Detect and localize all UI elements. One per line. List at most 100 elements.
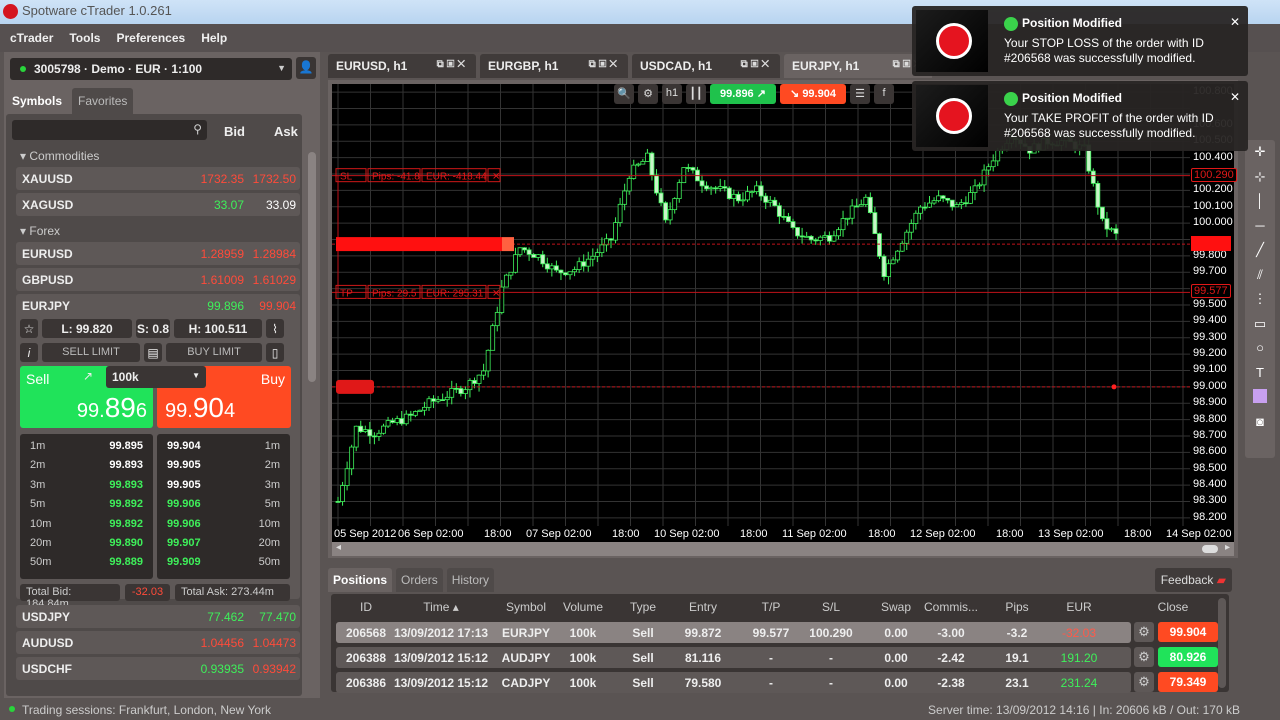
candle-body [362, 429, 368, 433]
menu-preferences[interactable]: Preferences [116, 31, 185, 45]
menu-ctrader[interactable]: cTrader [10, 31, 53, 45]
column-header[interactable]: Entry [673, 600, 733, 614]
favorite-star-icon[interactable]: ☆ [20, 319, 38, 338]
gear-icon[interactable]: ⚙ [1134, 647, 1154, 667]
fibonacci-retracement-icon[interactable]: ⋮ [1245, 287, 1275, 312]
user-button[interactable]: 👤 [296, 57, 316, 79]
candlestick-icon[interactable]: ┃┃ [686, 84, 706, 104]
candle-body [544, 263, 550, 270]
chart-tab-usdcad[interactable]: USDCAD, h1 ⧉▣✕ [632, 54, 780, 78]
gear-icon[interactable]: ⚙ [1134, 622, 1154, 642]
depth-icon[interactable]: ▤ [144, 343, 162, 362]
candle-body [704, 185, 709, 190]
symbol-row[interactable]: AUDUSD 1.04456 1.04473 [16, 631, 300, 654]
symbol-bid: 77.462 [207, 610, 244, 624]
candle-body [522, 247, 527, 251]
column-header[interactable]: Commis... [921, 600, 981, 614]
column-header[interactable]: T/P [741, 600, 801, 614]
time-axis[interactable]: 05 Sep 2012 06 Sep 02:00 18:00 07 Sep 02:00… [332, 526, 1234, 542]
trend-line-icon[interactable]: ╱ [1245, 238, 1275, 263]
depth-row: 99.904 1m [167, 440, 280, 452]
category-commodities[interactable]: ▾ Commodities [16, 144, 300, 164]
timeframe-button[interactable]: h1 [662, 84, 682, 104]
candle-body [563, 272, 568, 276]
table-scrollbar[interactable] [1218, 598, 1226, 688]
text-icon[interactable]: T [1245, 361, 1275, 386]
column-header[interactable]: ID [336, 600, 396, 614]
symbol-row[interactable]: XAGUSD 33.07 33.09 [16, 193, 300, 216]
chart-buy-button[interactable]: ↘ 99.904 [780, 84, 846, 104]
market-depth-ask: 99.904 1m 99.905 2m 99.905 3m 99.906 5m 99.906 10… [157, 434, 290, 579]
menu-help[interactable]: Help [201, 31, 227, 45]
close-icon[interactable]: ✕ [1230, 15, 1240, 29]
candle-body [667, 209, 673, 221]
symbol-search-input[interactable]: ⚲ [12, 120, 207, 140]
symbol-row[interactable]: XAUUSD 1732.35 1732.50 [16, 167, 300, 190]
checklist-icon[interactable]: ☰ [850, 84, 870, 104]
rectangle-icon[interactable]: ▭ [1245, 312, 1275, 337]
screenshot-icon[interactable]: ◙ [1245, 410, 1275, 435]
close-position-button[interactable]: 80.926 [1158, 647, 1218, 667]
tab-history[interactable]: History [446, 568, 495, 592]
tab-orders[interactable]: Orders [396, 568, 443, 592]
chart-tab-eurusd[interactable]: EURUSD, h1 ⧉▣✕ [328, 54, 476, 78]
position-row[interactable]: 206388 13/09/2012 15:12 AUDJPY 100k Sell 81.1… [336, 647, 1131, 668]
volume-select[interactable]: 100k ▼ [106, 366, 206, 388]
facebook-icon[interactable]: f [874, 84, 894, 104]
position-row[interactable]: 206386 13/09/2012 15:12 CADJPY 100k Sell 79.5… [336, 672, 1131, 693]
feedback-button[interactable]: Feedback ▰ [1154, 568, 1232, 592]
tab-symbols[interactable]: Symbols [6, 88, 69, 114]
ellipse-icon[interactable]: ○ [1245, 336, 1275, 361]
symbol-name: XAUUSD [22, 172, 73, 186]
symbol-ask: 1.61029 [252, 273, 296, 287]
tab-positions[interactable]: Positions [328, 568, 393, 592]
buy-limit-button[interactable]: BUY LIMIT [166, 343, 262, 362]
close-position-button[interactable]: 79.349 [1158, 672, 1218, 692]
horizontal-line-icon[interactable]: ─ [1245, 214, 1275, 239]
symbol-row[interactable]: USDJPY 77.462 77.470 [16, 605, 300, 628]
color-picker-icon[interactable] [1245, 385, 1275, 410]
info-icon[interactable]: i [20, 343, 38, 362]
close-icon[interactable]: ✕ [1230, 90, 1240, 104]
candle-body [931, 200, 937, 204]
menu-tools[interactable]: Tools [69, 31, 100, 45]
chart-sell-button[interactable]: 99.896 ↗ [710, 84, 776, 104]
depth-row: 99.905 2m [167, 459, 280, 472]
column-header[interactable]: S/L [801, 600, 861, 614]
chart-tab-eurgbp[interactable]: EURGBP, h1 ⧉▣✕ [480, 54, 628, 78]
chart-scrollbar[interactable]: ◂ ▸ [332, 542, 1234, 556]
symbol-row[interactable]: GBPUSD 1.61009 1.61029 [16, 268, 300, 291]
column-header[interactable]: Volume [553, 600, 613, 614]
depth-row: 20m 99.890 [30, 536, 143, 549]
account-selector[interactable]: 3005798 · Demo · EUR · 1:100 ▼ [10, 58, 292, 80]
symbols-scrollbar[interactable] [308, 152, 316, 382]
fibonacci-fan-icon[interactable]: ⫽ [1245, 263, 1275, 288]
zoom-icon[interactable]: 🔍 [614, 84, 634, 104]
sell-limit-button[interactable]: SELL LIMIT [42, 343, 140, 362]
category-forex[interactable]: ▾ Forex [16, 219, 300, 239]
chart-tab-eurjpy[interactable]: EURJPY, h1 ⧉▣✕ [784, 54, 932, 78]
column-header[interactable]: Type [613, 600, 673, 614]
position-row[interactable]: 206568 13/09/2012 17:13 EURJPY 100k Sell 99.8… [336, 622, 1131, 643]
column-header[interactable]: Time ▴ [411, 600, 471, 614]
tab-favorites[interactable]: Favorites [72, 88, 134, 114]
column-header[interactable]: Swap [866, 600, 926, 614]
gear-icon[interactable]: ⚙ [1134, 672, 1154, 692]
crosshair-icon[interactable]: ✛ [1245, 140, 1275, 165]
column-header[interactable]: Close [1143, 600, 1203, 614]
symbol-row[interactable]: EURUSD 1.28959 1.28984 [16, 242, 300, 265]
symbol-row[interactable]: USDCHF 0.93935 0.93942 [16, 657, 300, 680]
cursor-box-icon[interactable]: ⊹ [1245, 165, 1275, 190]
candle-body [908, 223, 914, 233]
chart-settings-icon[interactable]: ⚙ [638, 84, 658, 104]
candle-body [977, 184, 982, 187]
symbol-name: USDCHF [22, 662, 72, 676]
close-position-button[interactable]: 99.904 [1158, 622, 1218, 642]
symbol-bid: 1.28959 [200, 247, 244, 261]
column-header[interactable]: Pips [987, 600, 1047, 614]
column-header[interactable]: EUR [1049, 600, 1109, 614]
order-ticket-icon[interactable]: ▯ [266, 343, 284, 362]
chart-icon[interactable]: ⌇ [266, 319, 284, 338]
vertical-line-icon[interactable]: │ [1245, 189, 1275, 214]
column-header[interactable]: Symbol [496, 600, 556, 614]
